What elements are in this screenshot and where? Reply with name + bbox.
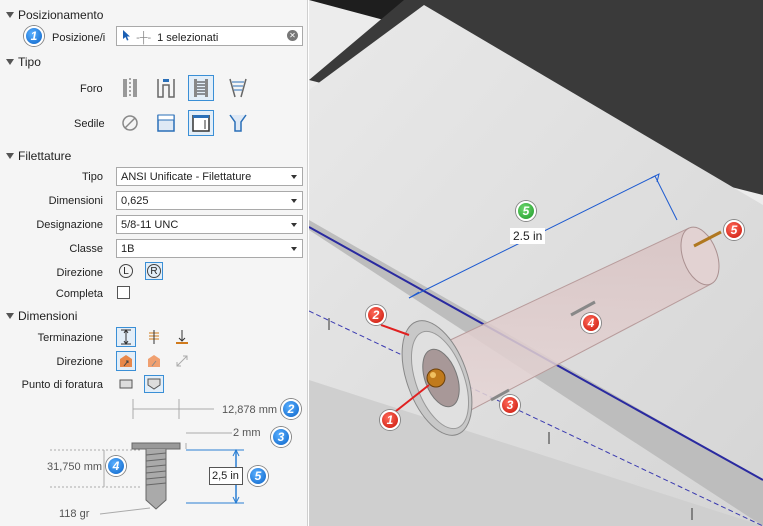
drill-point-label: Punto di foratura xyxy=(21,379,103,391)
direction-default-button[interactable] xyxy=(116,351,136,371)
clearance-hole-button[interactable] xyxy=(153,75,179,101)
thread-size-value: 0,625 xyxy=(121,195,149,207)
class-value: 1B xyxy=(121,243,135,255)
seat-edge-badge: 2 xyxy=(366,305,386,325)
class-label: Classe xyxy=(69,243,103,255)
section-threads-header[interactable]: Filettature xyxy=(6,149,71,163)
offset-badge: 3 xyxy=(271,427,291,447)
right-hand-thread-button[interactable]: R xyxy=(145,262,163,280)
hole-center-badge: 1 xyxy=(380,410,400,430)
thread-size-select[interactable]: 0,625 xyxy=(116,191,303,210)
section-positioning-header[interactable]: Posizionamento xyxy=(6,8,103,22)
designation-label: Designazione xyxy=(36,219,103,231)
section-threads-title: Filettature xyxy=(18,149,72,163)
drill-angle-dimension: 118 gr xyxy=(59,508,90,520)
thread-type-select[interactable]: ANSI Unificate - Filettature xyxy=(116,167,303,186)
termination-distance-button[interactable] xyxy=(116,327,136,347)
section-dimensions-header[interactable]: Dimensioni xyxy=(6,309,77,323)
thread-length-dimension: 31,750 mm xyxy=(47,461,103,473)
thread-arrow-badge: 4 xyxy=(581,313,601,333)
tapped-hole-button[interactable] xyxy=(188,75,214,101)
positions-selection-field[interactable]: -┼- 1 selezionati ✕ xyxy=(116,26,303,46)
section-dimensions-title: Dimensioni xyxy=(18,309,78,323)
top-diameter-badge: 2 xyxy=(281,399,301,419)
full-thread-checkbox[interactable] xyxy=(117,286,130,299)
collapse-triangle-icon[interactable] xyxy=(6,313,14,319)
termination-label: Terminazione xyxy=(37,332,103,344)
drill-point-angle-button[interactable] xyxy=(144,375,164,393)
depth-badge: 5 xyxy=(248,466,268,486)
offset-dimension: 2 mm xyxy=(233,427,261,439)
termination-through-all-button[interactable] xyxy=(144,327,164,347)
collapse-triangle-icon[interactable] xyxy=(6,153,14,159)
termination-to-button[interactable] xyxy=(172,327,192,347)
dimension-direction-label: Direzione xyxy=(56,356,103,368)
direction-flipped-button[interactable] xyxy=(144,351,164,371)
positions-label: Posizione/i xyxy=(52,32,106,44)
chevron-down-icon xyxy=(291,223,297,227)
depth-input[interactable]: 2,5 in xyxy=(209,467,243,485)
collapse-triangle-icon[interactable] xyxy=(6,59,14,65)
thread-type-label: Tipo xyxy=(82,171,103,183)
designation-value: 5/8-11 UNC xyxy=(121,219,179,231)
section-type-header[interactable]: Tipo xyxy=(6,55,41,69)
direction-symmetric-button[interactable] xyxy=(172,351,192,371)
right-hand-rotation-icon: R xyxy=(147,264,161,278)
cursor-arrow-icon xyxy=(123,30,133,44)
thread-size-label: Dimensioni xyxy=(48,195,103,207)
depth-dimension-label[interactable]: 2.5 in xyxy=(510,228,546,244)
spotface-seat-button[interactable] xyxy=(188,110,214,136)
thread-type-value: ANSI Unificate - Filettature xyxy=(121,171,252,183)
taper-tapped-hole-button[interactable] xyxy=(225,75,251,101)
section-type-title: Tipo xyxy=(18,55,41,69)
simple-hole-button[interactable] xyxy=(117,75,143,101)
seat-label: Sedile xyxy=(74,118,105,130)
countersink-seat-button[interactable] xyxy=(225,110,251,136)
collapse-triangle-icon[interactable] xyxy=(6,12,14,18)
thread-length-badge: 4 xyxy=(106,456,126,476)
section-positioning-title: Posizionamento xyxy=(18,8,104,22)
positions-badge: 1 xyxy=(24,26,44,46)
depth-dimension-badge: 5 xyxy=(516,201,536,221)
no-seat-button[interactable] xyxy=(117,110,143,136)
chevron-down-icon xyxy=(291,247,297,251)
selection-count-text: 1 selezionati xyxy=(157,32,219,44)
designation-select[interactable]: 5/8-11 UNC xyxy=(116,215,303,234)
class-select[interactable]: 1B xyxy=(116,239,303,258)
chevron-down-icon xyxy=(291,199,297,203)
drill-point-flat-button[interactable] xyxy=(116,375,136,393)
thread-direction-label: Direzione xyxy=(56,267,103,279)
model-view-canvas[interactable] xyxy=(309,0,763,526)
counterbore-seat-button[interactable] xyxy=(153,110,179,136)
top-diameter-dimension: 12,878 mm xyxy=(222,404,278,416)
hole-label: Foro xyxy=(80,83,103,95)
hole-properties-panel: Posizionamento 1 Posizione/i -┼- 1 selez… xyxy=(0,0,308,526)
full-thread-label: Completa xyxy=(55,288,103,300)
offset-arrow-badge: 3 xyxy=(500,395,520,415)
depth-arrow-badge: 5 xyxy=(724,220,744,240)
3d-viewport[interactable]: 2.5 in 5 1 2 3 4 5 xyxy=(309,0,763,526)
clear-selection-icon[interactable]: ✕ xyxy=(287,30,298,41)
chevron-down-icon xyxy=(291,175,297,179)
crosshair-icon: -┼- xyxy=(136,32,152,44)
left-hand-thread-button[interactable]: L xyxy=(117,262,135,280)
left-hand-rotation-icon: L xyxy=(119,264,133,278)
